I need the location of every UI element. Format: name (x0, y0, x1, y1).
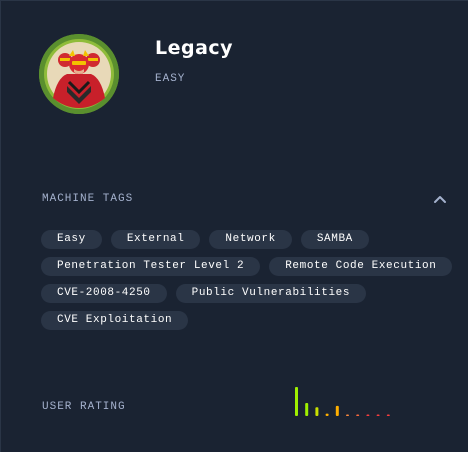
rating-bar (295, 387, 298, 416)
machine-card: Legacy EASY MACHINE TAGS Easy External N… (0, 0, 468, 452)
user-rating-chart (295, 387, 390, 416)
tag-row-1: Easy External Network SAMBA (41, 230, 378, 249)
tag-cve-exploitation[interactable]: CVE Exploitation (41, 311, 189, 330)
tag-remote-code-execution[interactable]: Remote Code Execution (269, 257, 453, 276)
tag-penetration-tester-level-2[interactable]: Penetration Tester Level 2 (41, 257, 261, 276)
rating-bar (356, 414, 360, 416)
tag-easy[interactable]: Easy (41, 230, 102, 249)
tag-public-vulnerabilities[interactable]: Public Vulnerabilities (175, 284, 367, 303)
rating-bar (346, 414, 349, 416)
rating-bar (305, 402, 309, 416)
chevron-up-icon[interactable] (433, 193, 447, 205)
tag-external[interactable]: External (110, 230, 201, 249)
machine-name: Legacy (155, 37, 234, 59)
rating-bar (335, 405, 339, 416)
tag-row-4: CVE Exploitation (41, 311, 197, 330)
rating-bar (376, 414, 380, 416)
rating-bar (315, 407, 319, 416)
machine-avatar[interactable] (39, 34, 119, 114)
tag-row-2: Penetration Tester Level 2 Remote Code E… (41, 257, 461, 276)
rating-bar (325, 413, 329, 416)
tag-network[interactable]: Network (209, 230, 292, 249)
user-rating-heading: USER RATING (42, 401, 126, 413)
tag-cve-2008-4250[interactable]: CVE-2008-4250 (41, 284, 167, 303)
rating-bar (366, 414, 370, 416)
legacy-avatar-icon (39, 34, 119, 114)
machine-tags-heading: MACHINE TAGS (42, 193, 134, 205)
tag-row-3: CVE-2008-4250 Public Vulnerabilities (41, 284, 375, 303)
tag-samba[interactable]: SAMBA (300, 230, 369, 249)
rating-bar (386, 414, 390, 416)
difficulty-label: EASY (155, 73, 186, 85)
